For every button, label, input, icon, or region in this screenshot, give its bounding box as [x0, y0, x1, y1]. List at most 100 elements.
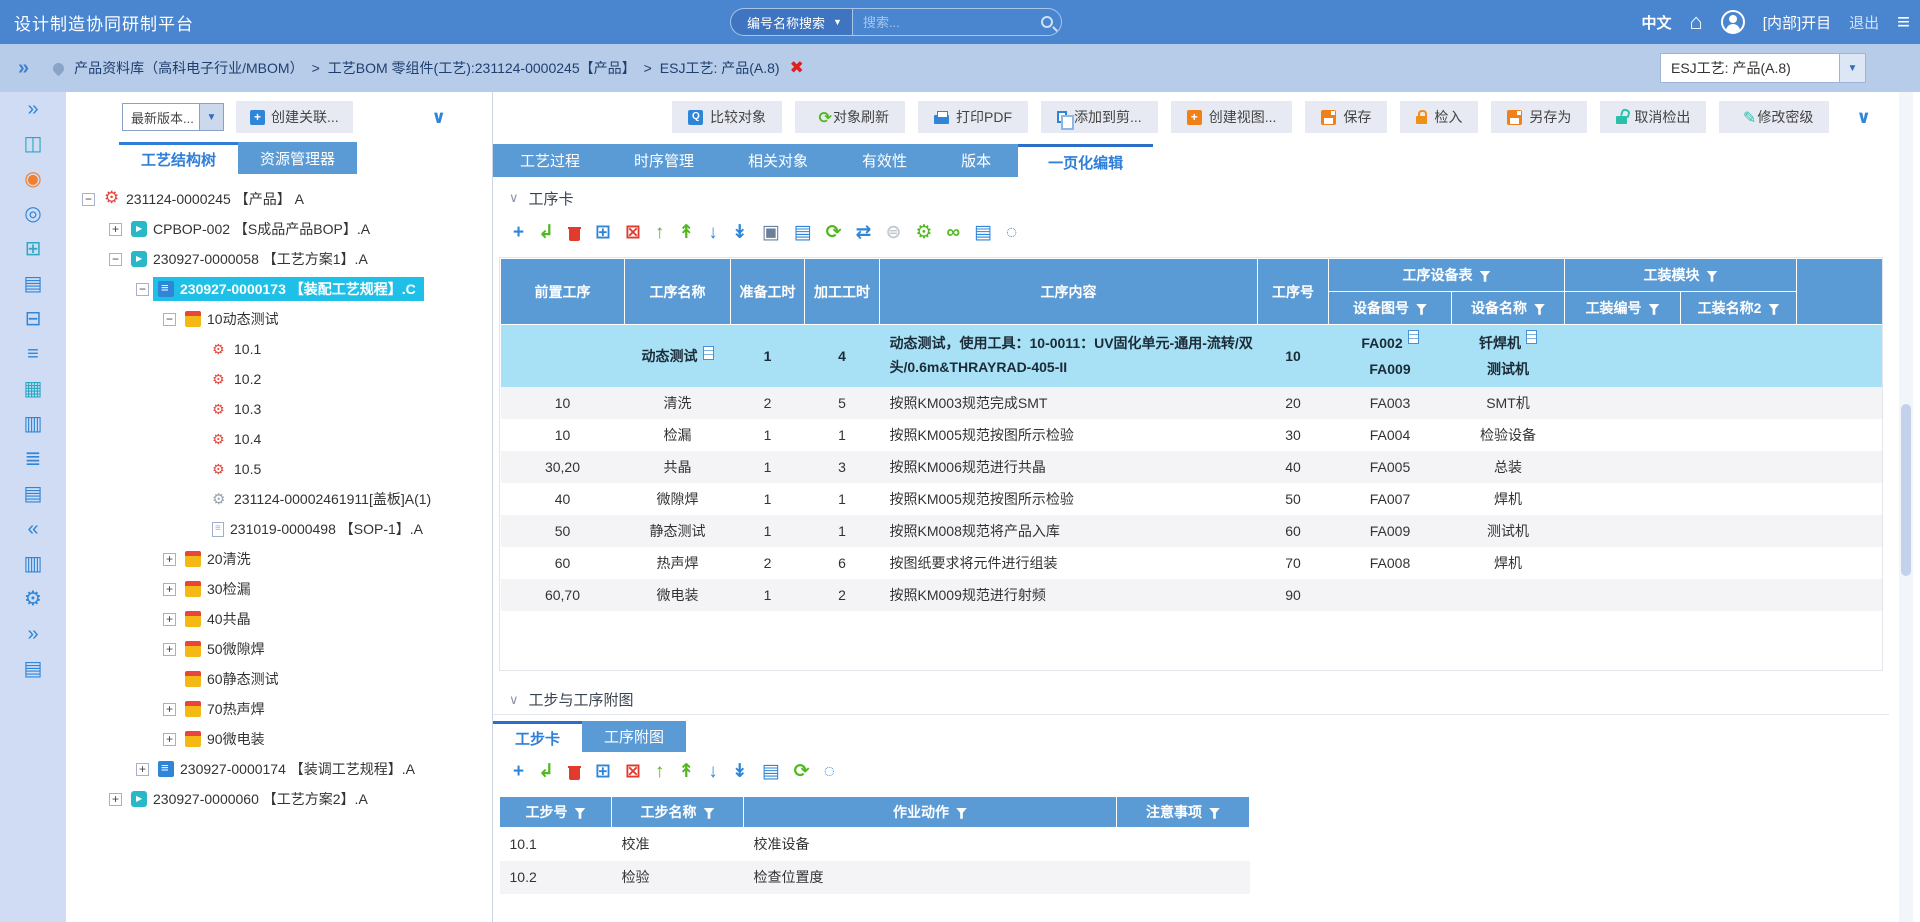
search-icon[interactable]	[1041, 16, 1053, 28]
operation-row[interactable]: 50静态测试11按照KM008规范将产品入库60FA009测试机	[501, 515, 1884, 547]
tree-node[interactable]: 10.5	[66, 454, 492, 484]
language-switch[interactable]: 中文	[1641, 12, 1671, 33]
create-link-button[interactable]: 创建关联...	[236, 101, 353, 133]
list-icon[interactable]: ≣	[20, 448, 46, 470]
chevron-down-icon[interactable]: ∨	[509, 692, 519, 708]
product-library-icon[interactable]: ◫	[20, 133, 46, 155]
change-security-level-button[interactable]: 修改密级	[1719, 101, 1829, 133]
loop-icon[interactable]: ◌	[824, 762, 835, 782]
collapse-expander-icon[interactable]	[136, 283, 149, 296]
account-label[interactable]: [内部]开目	[1763, 12, 1831, 33]
filter-icon[interactable]	[956, 808, 967, 819]
move-down-icon[interactable]: ↓	[708, 762, 718, 782]
expand-expander-icon[interactable]	[109, 793, 122, 806]
tree-node[interactable]: 10.4	[66, 424, 492, 454]
link-icon[interactable]: ∞	[946, 223, 960, 243]
scrollbar-thumb[interactable]	[1901, 404, 1911, 576]
breadcrumb-item[interactable]: 工艺BOM 零组件(工艺):231124-0000245【产品】	[328, 58, 636, 78]
terminal-icon[interactable]: ▥	[20, 553, 46, 575]
collapse-expander-icon[interactable]	[163, 313, 176, 326]
group-tooling-module[interactable]: 工装模块	[1565, 259, 1797, 292]
breadcrumb-item[interactable]: 产品资料库（高科电子行业/MBOM）	[74, 58, 303, 78]
step-row[interactable]: 10.1校准校准设备	[500, 828, 1250, 861]
tab-resource-manager[interactable]: 资源管理器	[238, 142, 357, 174]
expand-expander-icon[interactable]	[163, 583, 176, 596]
save-as-button[interactable]: 另存为	[1491, 101, 1587, 133]
swap-icon[interactable]: ⇄	[856, 223, 872, 243]
card-icon[interactable]	[1408, 330, 1419, 344]
import-icon[interactable]: ↲	[538, 762, 554, 782]
card-icon[interactable]	[703, 346, 714, 360]
chevron-down-icon[interactable]: ∨	[431, 107, 446, 128]
remove-window-icon[interactable]: ⊠	[625, 223, 641, 243]
tree-node[interactable]: 40共晶	[66, 604, 492, 634]
card-icon[interactable]	[1526, 330, 1537, 344]
chevrons-right-icon[interactable]: »	[0, 57, 53, 80]
print-pdf-button[interactable]: 打印PDF	[918, 101, 1028, 133]
move-up-icon[interactable]: ↑	[655, 762, 665, 782]
tree-node[interactable]: 70热声焊	[66, 694, 492, 724]
filter-icon[interactable]	[1209, 808, 1220, 819]
move-to-top-icon[interactable]: ↟	[678, 762, 694, 782]
tree-node[interactable]: 230927-0000058 【工艺方案1】.A	[66, 244, 492, 274]
collapse-expander-icon[interactable]	[109, 253, 122, 266]
chevron-down-icon[interactable]: ▼	[199, 104, 223, 130]
col-step-name[interactable]: 工步名称	[612, 797, 744, 828]
breadcrumb-item[interactable]: ESJ工艺: 产品(A.8)	[660, 58, 780, 78]
tree-node[interactable]: 30检漏	[66, 574, 492, 604]
move-to-bottom-icon[interactable]: ↡	[732, 223, 748, 243]
tree-node[interactable]: 10动态测试	[66, 304, 492, 334]
remove-window-icon[interactable]: ⊠	[625, 762, 641, 782]
tree-node-selected[interactable]: 230927-0000173 【装配工艺规程】.C	[66, 274, 492, 304]
operation-row[interactable]: 10检漏11按照KM005规范按图所示检验30FA004检验设备	[501, 419, 1884, 451]
col-step-no[interactable]: 工步号	[500, 797, 612, 828]
move-to-bottom-icon[interactable]: ↡	[732, 762, 748, 782]
col-tooling-name[interactable]: 工装名称2	[1681, 292, 1797, 325]
version-dropdown[interactable]: 最新版本... ▼	[122, 103, 224, 131]
compare-objects-button[interactable]: 比较对象	[672, 101, 782, 133]
add-row-icon[interactable]: +	[513, 223, 524, 243]
preview-icon[interactable]: ▣	[762, 223, 780, 243]
insert-window-icon[interactable]: ⊞	[595, 762, 611, 782]
users-icon[interactable]: ◎	[20, 203, 46, 225]
home-icon[interactable]: ⌂	[1690, 11, 1703, 33]
user-avatar-icon[interactable]	[1721, 10, 1745, 34]
expand-expander-icon[interactable]	[136, 763, 149, 776]
tab-version[interactable]: 版本	[934, 144, 1018, 177]
filter-icon[interactable]	[1768, 304, 1779, 315]
operation-row[interactable]: 30,20共晶13按照KM006规范进行共晶40FA005总装	[501, 451, 1884, 483]
search-type-dropdown[interactable]: 编号名称搜索 ▼	[730, 8, 852, 36]
cancel-checkout-button[interactable]: 取消检出	[1600, 101, 1706, 133]
step-row[interactable]: 10.2检验检查位置度	[500, 861, 1250, 894]
document-icon[interactable]: ▤	[762, 762, 780, 782]
group-equipment-table[interactable]: 工序设备表	[1329, 259, 1565, 292]
expand-expander-icon[interactable]	[163, 553, 176, 566]
delete-icon[interactable]	[568, 764, 581, 780]
filter-icon[interactable]	[575, 808, 586, 819]
search-input[interactable]	[863, 15, 1041, 30]
refresh-icon[interactable]: ⟳	[826, 223, 842, 243]
operation-row[interactable]: 60,70微电装12按照KM009规范进行射频90	[501, 579, 1884, 611]
col-process-hours[interactable]: 加工工时	[805, 259, 880, 325]
process-version-selector[interactable]: ESJ工艺: 产品(A.8) ▼	[1660, 53, 1866, 83]
refresh-object-button[interactable]: 对象刷新	[795, 101, 905, 133]
tree-node[interactable]: 90微电装	[66, 724, 492, 754]
tab-process-flow[interactable]: 工艺过程	[493, 144, 607, 177]
filter-icon[interactable]	[1707, 271, 1718, 282]
add-to-clipboard-button[interactable]: 添加到剪...	[1041, 101, 1158, 133]
tree-node[interactable]: 231019-0000498 【SOP-1】.A	[66, 514, 492, 544]
refresh-icon[interactable]: ⟳	[794, 762, 810, 782]
tab-one-page-edit[interactable]: 一页化编辑	[1018, 144, 1153, 177]
collapse-expander-icon[interactable]	[82, 193, 95, 206]
create-view-button[interactable]: 创建视图...	[1171, 101, 1293, 133]
tab-process-structure-tree[interactable]: 工艺结构树	[119, 142, 238, 174]
move-to-top-icon[interactable]: ↟	[678, 223, 694, 243]
settings-gear-icon[interactable]: ⚙	[20, 588, 46, 610]
document-icon[interactable]: ▤	[794, 223, 812, 243]
document-icon[interactable]: ≡	[20, 343, 46, 365]
tree-node[interactable]: 20清洗	[66, 544, 492, 574]
delete-icon[interactable]	[568, 225, 581, 241]
collapse-rows-icon[interactable]: ⊜	[885, 223, 901, 243]
gear-icon[interactable]: ⚙	[915, 223, 932, 243]
tab-operation-attachment[interactable]: 工序附图	[582, 721, 686, 752]
